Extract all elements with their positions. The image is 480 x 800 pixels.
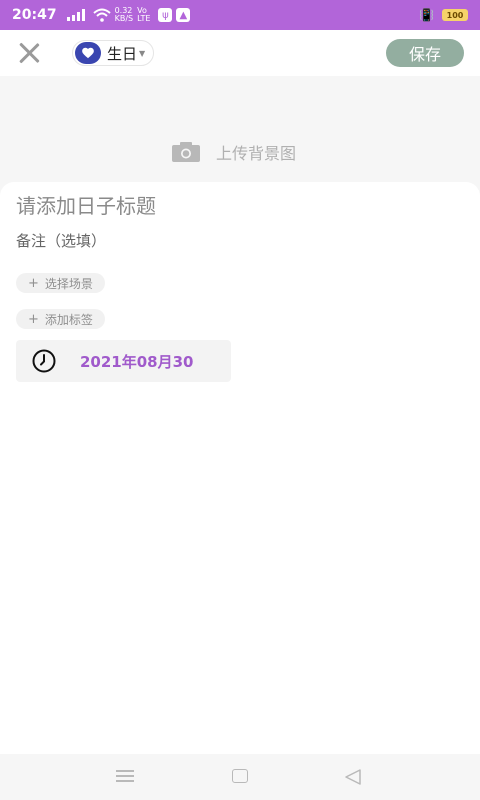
select-scene-label: 选择场景	[44, 276, 93, 291]
category-selector[interactable]: 生日 ▼	[72, 40, 155, 66]
status-bar: 20:47 0.32 KB/S Vo LTE ψ ▲ 📳 100	[0, 0, 480, 30]
note-input[interactable]	[16, 232, 456, 250]
upload-label: 上传背景图	[216, 144, 297, 163]
form-card: + 选择场景 + 添加标签 2021年08月30	[0, 182, 480, 754]
network-speed: 0.32 KB/S	[115, 7, 134, 23]
plus-icon: +	[28, 311, 39, 327]
close-button[interactable]	[16, 40, 42, 66]
clock-icon	[32, 349, 56, 373]
battery-level: 100	[446, 10, 464, 20]
volte-indicator: Vo LTE	[137, 7, 150, 23]
status-time: 20:47	[12, 7, 57, 23]
date-picker[interactable]: 2021年08月30	[16, 340, 231, 382]
back-icon[interactable]	[344, 768, 362, 786]
system-nav-bar	[0, 754, 480, 800]
home-icon[interactable]	[232, 769, 248, 783]
menu-icon[interactable]	[116, 770, 134, 782]
camera-icon	[172, 142, 200, 162]
vibrate-icon: 📳	[419, 8, 434, 22]
background-area[interactable]: 上传背景图	[0, 76, 480, 188]
top-bar: 生日 ▼ 保存	[0, 30, 480, 76]
plus-icon: +	[28, 275, 39, 291]
usb-icon: ψ	[158, 8, 173, 22]
signal-icon	[66, 9, 85, 21]
save-button[interactable]: 保存	[386, 39, 464, 67]
wifi-icon	[92, 8, 111, 22]
chevron-down-icon: ▼	[139, 48, 146, 58]
title-input[interactable]	[16, 194, 456, 218]
date-value: 2021年08月30	[80, 352, 194, 371]
heart-icon	[75, 42, 101, 64]
volte-bottom: LTE	[137, 14, 151, 23]
category-label: 生日	[107, 44, 138, 63]
add-tag-label: 添加标签	[44, 312, 93, 327]
add-tag-button[interactable]: + 添加标签	[16, 309, 105, 329]
app-notification-icon: ▲	[176, 8, 191, 22]
select-scene-button[interactable]: + 选择场景	[16, 273, 105, 293]
battery-icon: 100	[442, 9, 468, 21]
upload-background-button[interactable]: 上传背景图	[172, 140, 296, 164]
speed-unit: KB/S	[114, 14, 134, 23]
